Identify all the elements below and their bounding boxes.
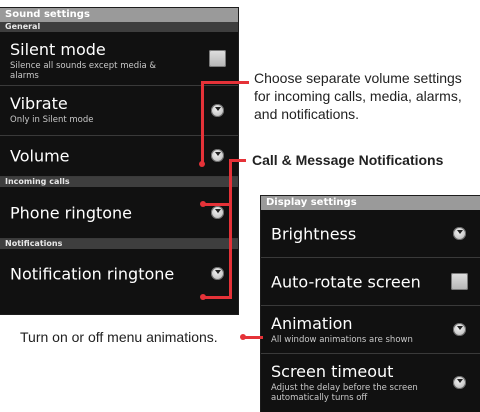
setting-description: All window animations are shown — [271, 335, 413, 345]
chevron-circle-icon[interactable] — [453, 376, 466, 389]
checkbox-icon[interactable] — [451, 272, 468, 290]
section-header-incoming-calls: Incoming calls — [0, 177, 238, 187]
chevron-circle-icon[interactable] — [211, 267, 224, 280]
setting-label: Animation — [271, 314, 353, 333]
setting-label: Volume — [10, 146, 70, 166]
section-header-notifications: Notifications — [0, 239, 238, 249]
sound-settings-title: Sound settings — [0, 8, 238, 22]
setting-brightness[interactable]: Brightness — [261, 210, 480, 258]
setting-phone-ringtone[interactable]: Phone ringtone — [0, 187, 238, 239]
setting-screen-timeout[interactable]: Screen timeout Adjust the delay before t… — [261, 354, 480, 412]
callout-dot-notification-ringtone — [200, 294, 206, 300]
setting-label: Phone ringtone — [10, 203, 133, 222]
setting-description: Only in Silent mode — [10, 115, 94, 125]
callout-line-volume-horizontal — [203, 81, 249, 84]
callout-line-volume-vertical — [201, 81, 204, 163]
callout-dot-volume — [199, 161, 205, 167]
setting-label: Brightness — [271, 224, 357, 243]
setting-auto-rotate[interactable]: Auto-rotate screen — [261, 258, 480, 306]
callout-dot-phone-ringtone — [200, 201, 206, 207]
setting-label: Silent mode — [10, 40, 106, 59]
setting-silent-mode[interactable]: Silent mode Silence all sounds except me… — [0, 32, 238, 86]
section-header-general: General — [0, 22, 238, 32]
display-settings-panel: Display settings Brightness Auto-rotate … — [261, 196, 480, 412]
setting-label: Notification ringtone — [10, 264, 175, 284]
callout-line-notifications-ringtone — [203, 296, 232, 299]
callout-line-notifications-phone — [203, 203, 232, 206]
chevron-circle-icon[interactable] — [453, 322, 466, 336]
setting-label: Screen timeout — [271, 362, 394, 381]
callout-volume: Choose separate volume settings for inco… — [254, 70, 462, 122]
setting-label: Auto-rotate screen — [271, 272, 421, 291]
callout-line-notifications-vertical — [229, 159, 232, 299]
setting-notification-ringtone[interactable]: Notification ringtone — [0, 249, 238, 299]
setting-description: Silence all sounds except media & alarms — [10, 61, 157, 81]
callout-line-notifications-horizontal — [232, 159, 246, 162]
chevron-circle-icon[interactable] — [211, 205, 224, 219]
display-settings-title: Display settings — [261, 196, 480, 210]
callout-notifications: Call & Message Notifications — [252, 152, 444, 168]
checkbox-icon[interactable] — [209, 49, 226, 67]
setting-animation[interactable]: Animation All window animations are show… — [261, 306, 480, 354]
callout-line-animation — [243, 336, 263, 339]
chevron-circle-icon[interactable] — [453, 226, 466, 240]
setting-description: Adjust the delay before the screen autom… — [271, 383, 418, 403]
chevron-circle-icon[interactable] — [211, 103, 224, 117]
callout-animation: Turn on or off menu animations. — [20, 329, 218, 345]
chevron-circle-icon[interactable] — [211, 149, 224, 162]
